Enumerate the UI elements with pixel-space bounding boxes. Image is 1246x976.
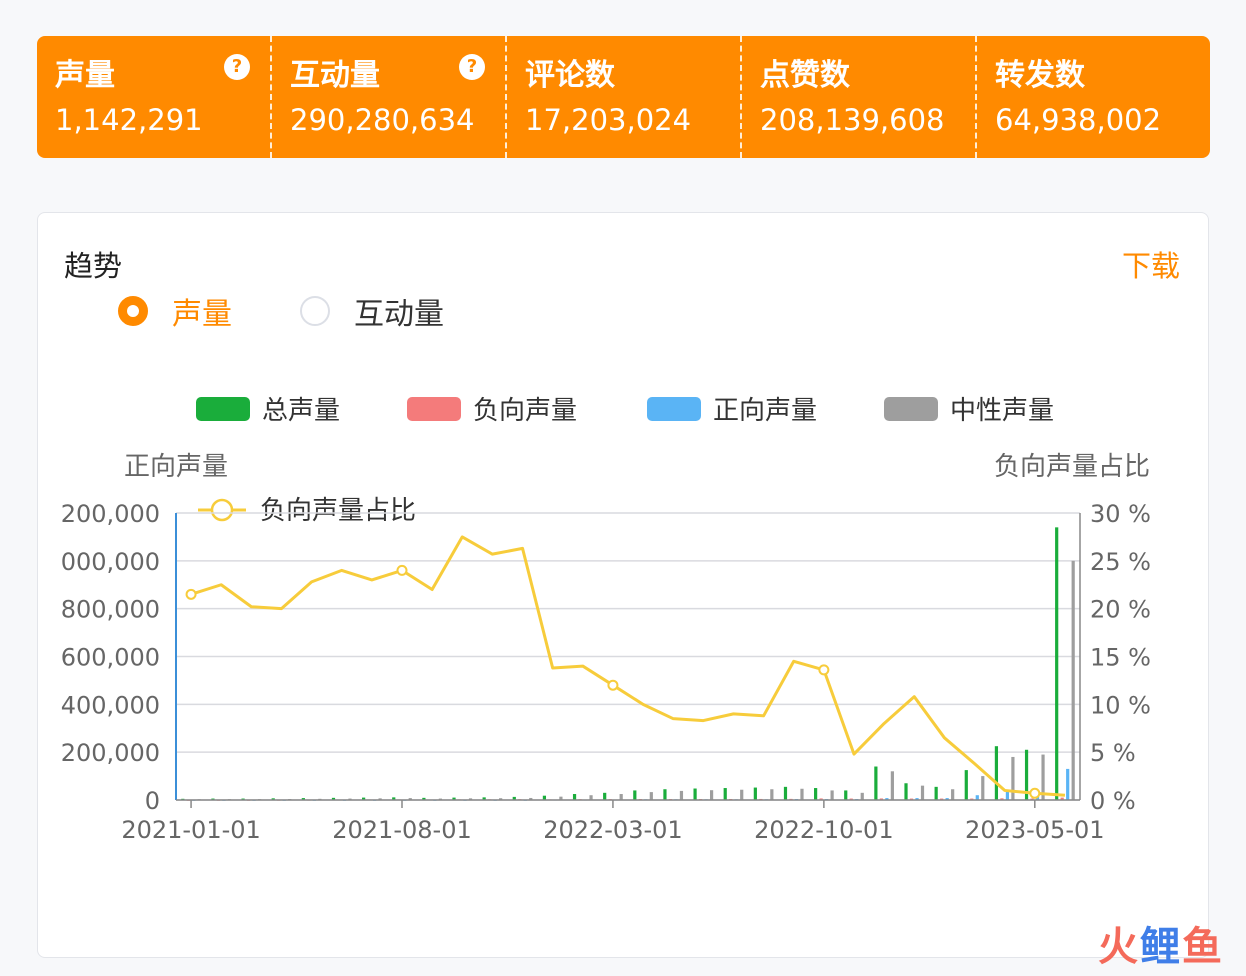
y-tick-label: 20 %	[1090, 596, 1151, 624]
bar-1	[572, 794, 577, 800]
ratio-line-path	[190, 535, 1066, 797]
x-tick-label: 2022-10-01	[754, 816, 893, 844]
bar-4	[920, 785, 925, 800]
legend-label: 中性声量	[950, 396, 1054, 426]
bar-4	[619, 794, 623, 800]
bar-4	[860, 792, 864, 800]
y-tick-label: 200,000	[61, 739, 160, 767]
left-axis-title: 正向声量	[124, 452, 228, 482]
watermark-logo: 火鲤鱼	[1098, 914, 1224, 972]
bar-4	[1071, 560, 1075, 800]
bar-4	[709, 790, 714, 800]
chart-bars	[181, 527, 1075, 801]
line-point	[1029, 787, 1041, 799]
y-tick-label: 600,000	[61, 644, 160, 672]
legend-swatch	[196, 397, 250, 421]
line-point	[607, 679, 619, 691]
x-tick-label: 2021-01-01	[121, 816, 260, 844]
bar-4	[740, 789, 744, 800]
y-tick-label: 15 %	[1090, 644, 1151, 672]
legend-label: 负向声量占比	[260, 496, 416, 526]
bar-4	[800, 788, 804, 800]
right-y-axis: 0 % 5 % 10 % 15 % 20 % 25 % 30 %	[1079, 500, 1151, 815]
bar-1	[994, 746, 999, 800]
bar-1	[633, 790, 637, 800]
watermark-char: 火	[1098, 924, 1140, 970]
bar-1	[934, 786, 938, 800]
legend-swatch	[884, 397, 938, 421]
x-axis: 2021-01-01 2021-08-01 2022-03-01 2022-10-01…	[121, 799, 1105, 844]
bar-4	[1011, 756, 1015, 800]
bar-4	[679, 790, 684, 800]
y-tick-label: 400,000	[61, 691, 160, 719]
line-point	[396, 564, 408, 576]
bar-4	[770, 789, 774, 800]
bar-1	[844, 790, 848, 800]
bar-4	[830, 790, 834, 800]
right-axis-title: 负向声量占比	[994, 452, 1150, 482]
ratio-line	[185, 535, 1066, 799]
y-tick-label: 0	[145, 787, 160, 815]
x-tick-label: 2022-03-01	[543, 816, 682, 844]
bar-1	[693, 788, 697, 800]
y-tick-label: 25 %	[1090, 548, 1151, 576]
line-point	[185, 588, 197, 600]
bar-1	[603, 792, 607, 800]
left-y-axis: 0 200,000 400,000 600,000 800,000 000,000 200,…	[61, 500, 177, 815]
y-tick-label: 200,000	[61, 500, 160, 528]
bar-1	[1055, 527, 1059, 800]
bar-3	[1066, 768, 1070, 800]
chart-legend: 总声量 负向声量 正向声量 中性声量负向声量占比	[196, 396, 1054, 526]
y-tick-label: 10 %	[1090, 691, 1151, 719]
bar-1	[814, 788, 818, 800]
bar-4	[890, 771, 894, 800]
y-tick-label: 000,000	[61, 548, 160, 576]
bar-1	[723, 788, 727, 800]
watermark-char: 鱼	[1182, 924, 1224, 970]
x-tick-label: 2023-05-01	[965, 816, 1104, 844]
bar-1	[964, 770, 968, 800]
legend-label: 总声量	[262, 396, 340, 426]
legend-swatch	[407, 397, 461, 421]
legend-label: 负向声量	[473, 396, 577, 426]
legend-line-marker	[210, 498, 234, 522]
x-tick-label: 2021-08-01	[332, 816, 471, 844]
watermark-char: 鲤	[1140, 924, 1182, 970]
bar-1	[874, 766, 878, 800]
y-tick-label: 5 %	[1090, 739, 1136, 767]
legend-label: 正向声量	[713, 396, 817, 426]
bar-1	[753, 787, 757, 800]
line-point	[818, 664, 830, 676]
bar-4	[951, 789, 955, 800]
chart-grid	[176, 512, 1080, 801]
y-tick-label: 0 %	[1090, 787, 1136, 815]
bar-1	[783, 786, 788, 800]
bar-4	[649, 792, 653, 800]
trend-chart: 总声量 负向声量 正向声量 中性声量负向声量占比 正向声量 负向声量占比 0200,0…	[61, 396, 1151, 844]
y-tick-label: 800,000	[61, 596, 160, 624]
bar-4	[981, 776, 985, 800]
legend-swatch	[647, 397, 701, 421]
bar-1	[904, 783, 908, 800]
bar-1	[663, 789, 667, 800]
y-tick-label: 30 %	[1090, 500, 1151, 528]
